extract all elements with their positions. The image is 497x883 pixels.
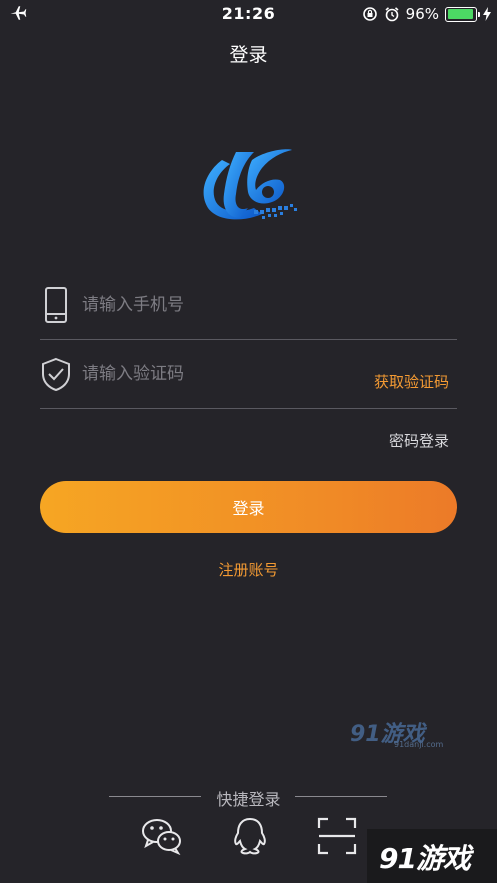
get-code-button[interactable]: 获取验证码 [374,371,449,392]
divider-line-right [295,796,387,797]
quick-login-label: 快捷登录 [216,790,281,809]
battery-fill [447,9,474,19]
charging-icon [483,7,491,21]
verification-code-field: 获取验证码 [40,339,457,409]
battery-icon [445,6,480,22]
shield-check-icon [42,357,70,392]
rotation-lock-icon [362,7,377,21]
scan-icon[interactable] [315,816,359,856]
quick-login-divider: 快捷登录 [0,784,497,809]
qq-icon[interactable] [228,816,272,856]
watermark-url: 91danji.com [394,740,444,749]
status-bar: 21:26 96% [0,0,497,28]
alarm-icon [385,7,399,22]
login-button[interactable]: 登录 [40,481,457,533]
phone-icon [45,287,67,323]
phone-input[interactable] [82,292,362,318]
page-title: 登录 [229,44,268,66]
watermark-corner-text: 91游戏 [379,842,471,875]
battery-percent: 96% [405,5,439,23]
app-logo [203,149,297,220]
verification-code-input[interactable] [82,361,362,387]
watermark-logo: 91游戏 91danji.com [350,716,450,750]
phone-field [40,270,457,340]
status-right: 96% [362,4,491,24]
password-login-link[interactable]: 密码登录 [389,430,449,451]
watermark-corner: 91游戏 [367,829,497,883]
register-link[interactable]: 注册账号 [0,559,497,580]
wechat-icon[interactable] [140,816,184,856]
